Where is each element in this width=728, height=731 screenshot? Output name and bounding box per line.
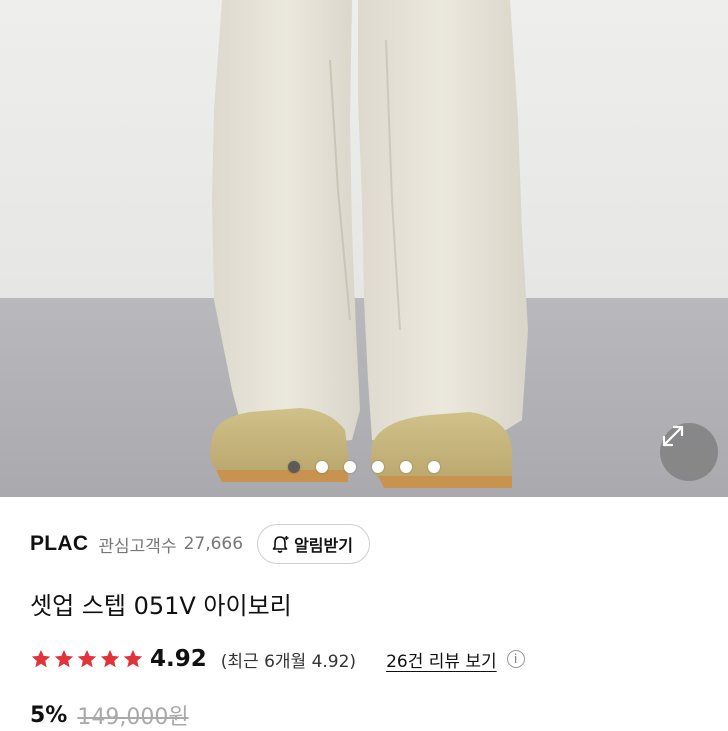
product-image[interactable]: [0, 0, 728, 497]
bell-plus-icon: [272, 536, 289, 553]
product-title: 셋업 스텝 051V 아이보리: [30, 592, 292, 620]
rating-row: 4.92 (최근 6개월 4.92) 26건 리뷰 보기 i: [30, 644, 718, 674]
price-row: 5% 149,000원: [30, 700, 189, 731]
carousel-dot[interactable]: [316, 461, 328, 473]
discount-rate: 5%: [30, 702, 68, 728]
reviews-link[interactable]: 26건 리뷰 보기: [386, 647, 497, 672]
alert-subscribe-button[interactable]: 알림받기: [257, 524, 370, 564]
carousel-dot[interactable]: [344, 461, 356, 473]
product-photo-graphic: [0, 0, 728, 497]
info-icon[interactable]: i: [506, 650, 525, 668]
followers-label: 관심고객수: [98, 536, 177, 557]
carousel-dot[interactable]: [400, 461, 412, 473]
carousel-dots: [0, 461, 728, 473]
star-icon: [77, 649, 97, 668]
brand-row: PLAC 관심고객수 27,666 알림받기: [30, 522, 708, 566]
carousel-dot[interactable]: [428, 461, 440, 473]
alert-button-label: 알림받기: [294, 536, 353, 555]
expand-image-button[interactable]: [660, 423, 718, 481]
carousel-dot[interactable]: [372, 461, 384, 473]
recent-rating: (최근 6개월 4.92): [220, 651, 357, 672]
followers-count: 27,666: [183, 534, 244, 554]
star-icon: [100, 649, 120, 668]
star-icon: [31, 649, 51, 668]
carousel-dot[interactable]: [288, 461, 300, 473]
original-price: 149,000원: [77, 705, 189, 730]
brand-name[interactable]: PLAC: [30, 532, 88, 556]
rating-value: 4.92: [150, 646, 207, 672]
star-icon: [123, 649, 143, 668]
rating-stars: [30, 648, 144, 670]
star-icon: [54, 649, 74, 668]
expand-arrows-icon: [662, 425, 684, 447]
